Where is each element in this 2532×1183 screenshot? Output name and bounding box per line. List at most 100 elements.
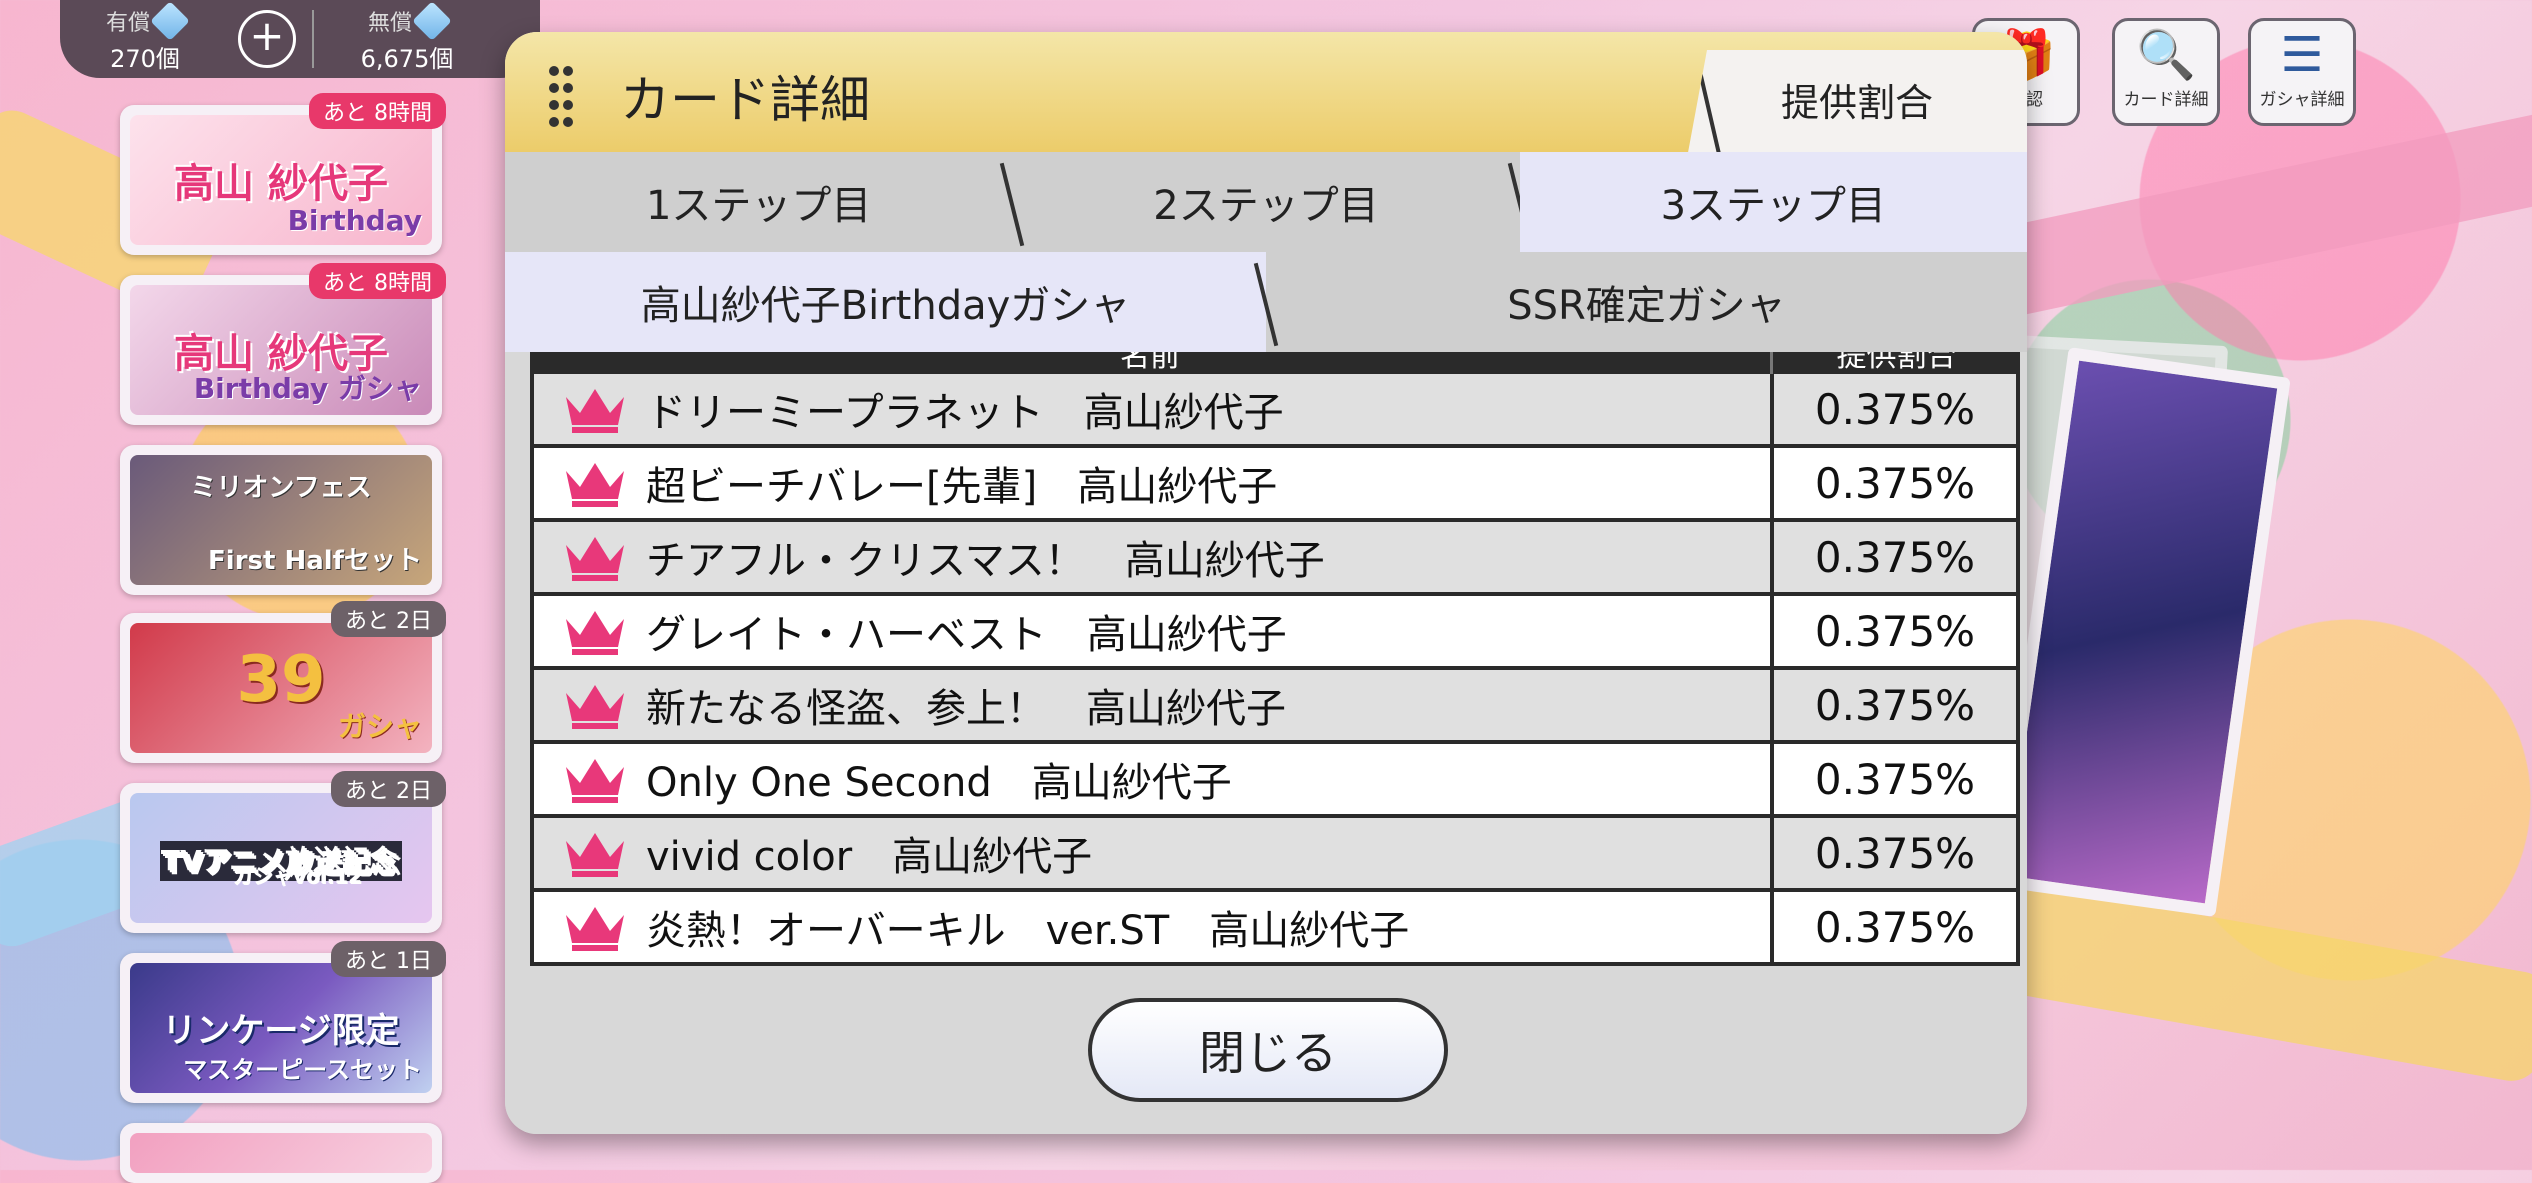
card-detail-modal: カード詳細 提供割合 1ステップ目 2ステップ目 3ステップ目 高山紗代子Bir… [505,32,2027,1134]
crown-icon [566,611,624,655]
card-name: 新たなる怪盗、参上！ 高山紗代子 [646,686,1286,732]
banner-subtitle: ガシャvol.12 [232,864,362,888]
modal-title: カード詳細 [620,71,870,129]
card-name: 炎熱！オーバーキル ver.ST 高山紗代子 [646,908,1410,954]
rate-cell: 0.375% [1814,606,1976,656]
tab-provision-rate[interactable]: 提供割合 [1687,50,2027,158]
paid-value: 270個 [110,44,180,73]
paid-label: 有償 [105,10,150,36]
card-search-icon: 🔍 [2136,27,2196,83]
card-name-cell: Only One Second 高山紗代子 [534,744,1774,814]
card-name-cell: vivid color 高山紗代子 [534,818,1774,888]
gacha-banner[interactable]: 高山 紗代子 Birthday あと 8時間 [120,93,446,255]
gacha-banner[interactable] [120,1123,442,1183]
crown-icon [566,759,624,803]
card-name: 超ビーチバレー[先輩] 高山紗代子 [646,464,1278,510]
banner-subtitle: First Halfセット [208,546,422,576]
divider [312,10,314,68]
table-row[interactable]: ドリーミープラネット 高山紗代子 0.375% [530,374,2020,448]
table-row[interactable]: 超ビーチバレー[先輩] 高山紗代子 0.375% [530,448,2020,522]
free-value: 6,675個 [360,44,454,73]
free-label: 無償 [367,10,412,36]
table-row[interactable]: チアフル・クリスマス！ 高山紗代子 0.375% [530,522,2020,596]
gacha-banner-list: 高山 紗代子 Birthday あと 8時間 高山 紗代子 Birthday ガ… [112,93,452,1183]
add-jewel-button[interactable]: + [238,10,296,68]
card-name-cell: 超ビーチバレー[先輩] 高山紗代子 [534,448,1774,518]
banner-image: 高山 紗代子 Birthday [130,115,432,245]
table-row[interactable]: 炎熱！オーバーキル ver.ST 高山紗代子 0.375% [530,892,2020,966]
button-label: ガシャ詳細 [2259,90,2345,110]
gacha-banner[interactable]: ミリオンフェス First Halfセット [120,445,442,595]
card-name-cell: チアフル・クリスマス！ 高山紗代子 [534,522,1774,592]
card-name-cell: グレイト・ハーベスト 高山紗代子 [534,596,1774,666]
tab-birthday-gacha[interactable]: 高山紗代子Birthdayガシャ [505,252,1266,352]
jewel-icon [150,0,190,41]
column-header-name: 名前 [1120,352,1180,374]
column-header-rate: 提供割合 [1770,352,2020,374]
rate-cell: 0.375% [1814,902,1976,952]
free-currency: 無償 6,675個 [322,0,492,74]
paid-currency: 有償 270個 [60,0,230,74]
card-detail-button[interactable]: 🔍 カード詳細 [2112,18,2220,126]
gacha-banner[interactable]: TVアニメ放送記念 ガシャvol.12 あと 2日 [120,771,446,933]
list-search-icon: ☰ [2280,27,2324,83]
card-name: ドリーミープラネット 高山紗代子 [646,390,1284,436]
button-label: カード詳細 [2123,90,2209,110]
rate-cell: 0.375% [1814,384,1976,434]
banner-image: 39 ガシャ [130,623,432,753]
tab-step-2[interactable]: 2ステップ目 [1012,152,1519,252]
banner-title: ミリオンフェス [190,473,372,503]
banner-subtitle: Birthday [287,204,422,237]
banner-image: ミリオンフェス First Halfセット [130,455,432,585]
rate-cell: 0.375% [1814,754,1976,804]
table-row[interactable]: Only One Second 高山紗代子 0.375% [530,744,2020,818]
tab-label: 提供割合 [1780,81,1933,125]
rate-cell: 0.375% [1814,458,1976,508]
rate-table: 名前 提供割合 ドリーミープラネット 高山紗代子 0.375% 超ビーチバレー[先輩… [530,352,2020,966]
rate-cell: 0.375% [1814,680,1976,730]
drag-handle-icon[interactable] [549,66,573,127]
rate-cell: 0.375% [1814,532,1976,582]
tab-step-1[interactable]: 1ステップ目 [505,152,1012,252]
card-name: Only One Second 高山紗代子 [646,760,1232,806]
modal-header: カード詳細 提供割合 [505,32,2027,158]
tab-ssr-confirmed-gacha[interactable]: SSR確定ガシャ [1266,252,2027,352]
rate-cell: 0.375% [1814,828,1976,878]
banner-subtitle: マスターピースセット [183,1056,422,1084]
gacha-type-tabs: 高山紗代子Birthdayガシャ SSR確定ガシャ [505,252,2027,352]
time-remaining-badge: あと 8時間 [309,93,446,129]
crown-icon [566,907,624,951]
banner-image: TVアニメ放送記念 ガシャvol.12 [130,793,432,923]
gacha-banner[interactable]: 39 ガシャ あと 2日 [120,601,446,763]
card-name: グレイト・ハーベスト 高山紗代子 [646,612,1287,658]
gacha-banner[interactable]: 高山 紗代子 Birthday ガシャ あと 8時間 [120,263,446,425]
banner-subtitle: ガシャ [337,710,422,743]
time-remaining-badge: あと 2日 [331,601,446,637]
time-remaining-badge: あと 8時間 [309,263,446,299]
currency-panel: 有償 270個 + 無償 6,675個 [60,0,540,78]
tab-step-3[interactable]: 3ステップ目 [1519,152,2027,252]
card-name: vivid color 高山紗代子 [646,834,1093,880]
time-remaining-badge: あと 1日 [331,941,446,977]
table-header: 名前 提供割合 [530,352,2020,374]
time-remaining-badge: あと 2日 [331,771,446,807]
table-row[interactable]: vivid color 高山紗代子 0.375% [530,818,2020,892]
banner-title: 高山 紗代子 [174,161,388,207]
banner-image: 高山 紗代子 Birthday ガシャ [130,285,432,415]
crown-icon [566,389,624,433]
step-tabs: 1ステップ目 2ステップ目 3ステップ目 [505,152,2027,252]
banner-image [130,1133,432,1173]
crown-icon [566,833,624,877]
table-body: ドリーミープラネット 高山紗代子 0.375% 超ビーチバレー[先輩] 高山紗代子 0… [530,374,2020,966]
crown-icon [566,463,624,507]
banner-image: リンケージ限定 マスターピースセット [130,963,432,1093]
card-name-cell: 新たなる怪盗、参上！ 高山紗代子 [534,670,1774,740]
table-row[interactable]: グレイト・ハーベスト 高山紗代子 0.375% [530,596,2020,670]
modal-footer: 閉じる [505,980,2027,1134]
card-name-cell: 炎熱！オーバーキル ver.ST 高山紗代子 [534,892,1774,962]
close-button[interactable]: 閉じる [1088,998,1448,1102]
gacha-detail-button[interactable]: ☰ ガシャ詳細 [2248,18,2356,126]
table-row[interactable]: 新たなる怪盗、参上！ 高山紗代子 0.375% [530,670,2020,744]
crown-icon [566,537,624,581]
gacha-banner[interactable]: リンケージ限定 マスターピースセット あと 1日 [120,941,446,1103]
